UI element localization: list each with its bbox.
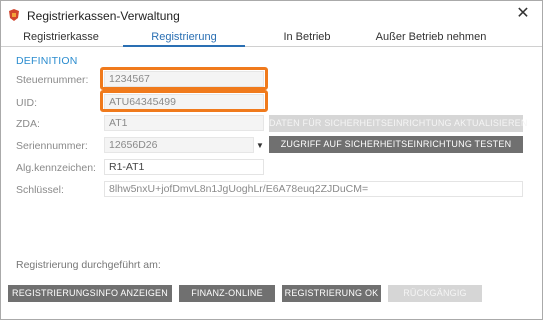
close-icon[interactable]: ✕	[514, 5, 532, 23]
chevron-down-icon[interactable]: ▼	[256, 141, 264, 150]
zda-field[interactable]: AT1	[104, 115, 264, 131]
dialog-window: Registrierkassen-Verwaltung ✕ Registrier…	[0, 0, 543, 320]
seriennummer-label: Seriennummer:	[16, 140, 88, 152]
steuernummer-highlight	[100, 67, 268, 90]
algkennzeichen-label: Alg.kennzeichen:	[16, 162, 96, 174]
section-title-definition: DEFINITION	[16, 55, 78, 67]
tab-in-betrieb[interactable]: In Betrieb	[259, 29, 355, 47]
title-bar: Registrierkassen-Verwaltung ✕	[1, 1, 542, 29]
tab-ausser-betrieb[interactable]: Außer Betrieb nehmen	[371, 29, 491, 47]
finanz-online-button[interactable]: FINANZ-ONLINE	[179, 285, 275, 302]
seriennummer-select[interactable]: 12656D26	[104, 137, 254, 153]
tab-registrierung[interactable]: Registrierung	[123, 29, 245, 47]
registration-ok-button[interactable]: REGISTRIERUNG OK	[282, 285, 381, 302]
schluessel-field[interactable]: 8lhw5nxU+jofDmvL8n1JgUoghLr/E6A78euq2ZJD…	[104, 181, 523, 197]
uid-label: UID:	[16, 97, 37, 109]
registration-info-button[interactable]: REGISTRIERUNGSINFO ANZEIGEN	[8, 285, 172, 302]
algkennzeichen-field[interactable]: R1-AT1	[104, 159, 264, 175]
test-access-button[interactable]: ZUGRIFF AUF SICHERHEITSEINRICHTUNG TESTE…	[269, 136, 523, 153]
registration-done-label: Registrierung durchgeführt am:	[16, 259, 161, 271]
update-security-button[interactable]: DATEN FÜR SICHERHEITSEINRICHTUNG AKTUALI…	[269, 115, 527, 132]
steuernummer-label: Steuernummer:	[16, 74, 89, 86]
zda-label: ZDA:	[16, 118, 40, 130]
app-logo-icon	[9, 9, 19, 21]
schluessel-label: Schlüssel:	[16, 184, 64, 196]
tab-registrierkasse[interactable]: Registrierkasse	[11, 29, 111, 47]
tab-bar: Registrierkasse Registrierung In Betrieb…	[1, 29, 542, 47]
undo-button[interactable]: RÜCKGÄNGIG	[388, 285, 482, 302]
window-title: Registrierkassen-Verwaltung	[27, 9, 180, 23]
uid-highlight	[100, 90, 268, 112]
